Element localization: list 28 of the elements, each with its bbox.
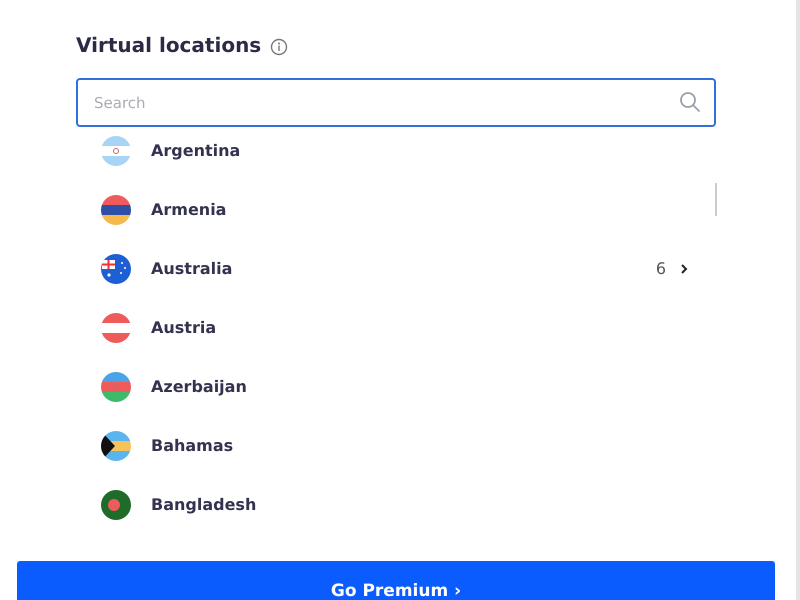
location-item[interactable]: Bangladesh bbox=[76, 475, 716, 534]
location-item[interactable]: Australia 6 bbox=[76, 239, 716, 298]
country-name: Austria bbox=[151, 318, 218, 337]
flag-icon bbox=[101, 372, 131, 402]
flag-icon bbox=[101, 430, 131, 460]
flag-icon bbox=[101, 194, 131, 224]
go-premium-button[interactable]: Go Premium › bbox=[17, 561, 775, 600]
country-name: Bangladesh bbox=[151, 495, 258, 514]
country-name: Armenia bbox=[151, 200, 228, 219]
chevron-right-icon bbox=[680, 262, 688, 274]
country-name: Bahamas bbox=[151, 436, 234, 455]
search-field[interactable]: Search bbox=[76, 78, 716, 127]
country-name: Azerbaijan bbox=[151, 377, 248, 396]
location-item[interactable]: Austria bbox=[76, 298, 716, 357]
info-icon[interactable] bbox=[270, 38, 288, 56]
flag-icon bbox=[101, 136, 131, 166]
flag-icon bbox=[101, 312, 131, 342]
section-title: Virtual locations bbox=[76, 33, 262, 57]
scrollbar-thumb[interactable] bbox=[715, 183, 717, 216]
flag-icon bbox=[101, 490, 131, 520]
location-item[interactable]: Bahamas bbox=[76, 416, 716, 475]
location-item[interactable]: Armenia bbox=[76, 180, 716, 239]
country-name: Australia bbox=[151, 259, 234, 278]
country-name: Argentina bbox=[151, 141, 242, 160]
city-count: 6 bbox=[656, 259, 666, 278]
flag-icon bbox=[101, 254, 131, 284]
location-item[interactable]: Azerbaijan bbox=[76, 357, 716, 416]
search-icon bbox=[679, 91, 701, 113]
